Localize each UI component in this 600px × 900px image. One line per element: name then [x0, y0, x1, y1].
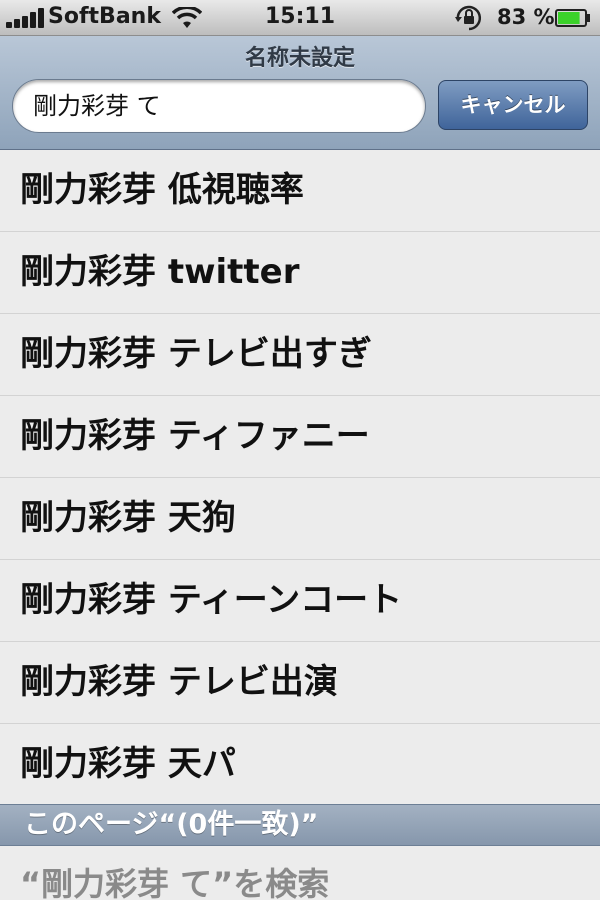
status-bar: SoftBank 15:11 83 %	[0, 0, 600, 36]
search-bar-area: 名称未設定 剛力彩芽 て キャンセル	[0, 36, 600, 150]
find-on-page-item[interactable]: “剛力彩芽 て”を検索	[0, 846, 600, 900]
suggestion-item[interactable]: 剛力彩芽 テレビ出すぎ	[0, 314, 600, 396]
suggestion-item[interactable]: 剛力彩芽 低視聴率	[0, 150, 600, 232]
rotation-lock-icon	[455, 5, 482, 31]
suggestion-item[interactable]: 剛力彩芽 twitter	[0, 232, 600, 314]
battery-percent: 83 %	[497, 5, 555, 29]
find-on-page-header: このページ“(0件一致)”	[0, 804, 600, 846]
search-input[interactable]: 剛力彩芽 て	[12, 79, 426, 133]
suggestion-item[interactable]: 剛力彩芽 ティーンコート	[0, 560, 600, 642]
suggestion-item[interactable]: 剛力彩芽 ティファニー	[0, 396, 600, 478]
suggestion-item[interactable]: 剛力彩芽 天パ	[0, 724, 600, 806]
suggestion-item[interactable]: 剛力彩芽 天狗	[0, 478, 600, 560]
battery-icon	[555, 9, 590, 27]
suggestion-list: 剛力彩芽 低視聴率 剛力彩芽 twitter 剛力彩芽 テレビ出すぎ 剛力彩芽 …	[0, 150, 600, 806]
suggestion-item[interactable]: 剛力彩芽 テレビ出演	[0, 642, 600, 724]
page-title: 名称未設定	[244, 46, 355, 71]
cancel-button[interactable]: キャンセル	[438, 80, 588, 130]
